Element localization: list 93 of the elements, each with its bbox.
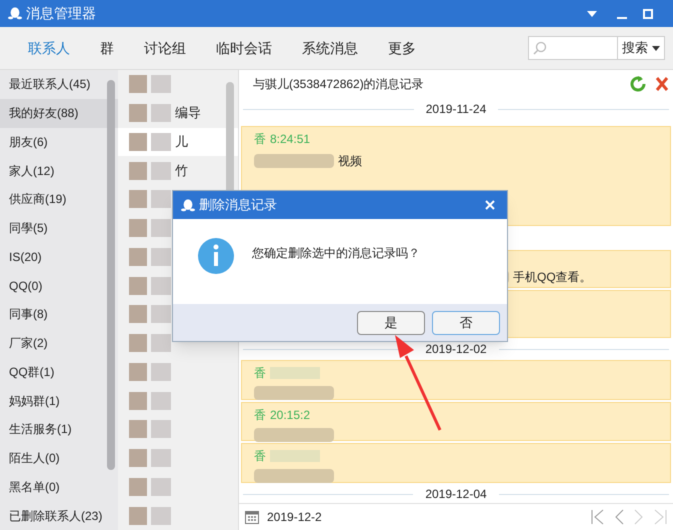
group-item[interactable]: 供应商(19) <box>0 185 118 214</box>
delete-icon[interactable] <box>655 76 669 92</box>
group-item[interactable]: 朋友(6) <box>0 128 118 156</box>
blurred-name <box>151 334 171 352</box>
group-item[interactable]: 家人(12) <box>0 156 118 185</box>
search-button[interactable]: 搜索 <box>618 36 665 60</box>
blurred-name <box>151 219 171 238</box>
nav-tab[interactable]: 群 <box>100 38 114 58</box>
avatar <box>129 276 147 295</box>
caret-icon <box>652 46 660 50</box>
dialog-title: 删除消息记录 <box>199 196 277 214</box>
blurred-text <box>270 367 320 379</box>
previous-icon[interactable] <box>613 509 625 525</box>
group-item[interactable]: 最近联系人(45) <box>0 70 118 99</box>
group-item[interactable]: 陌生人(0) <box>0 444 118 472</box>
chat-title: 与骐儿(3538472862)的消息记录 <box>253 76 424 93</box>
selected-contact-row[interactable]: 儿 <box>118 128 238 156</box>
avatar <box>129 132 147 151</box>
penguin-icon <box>181 198 195 212</box>
group-item[interactable]: IS(20) <box>0 242 118 272</box>
avatar <box>129 334 147 352</box>
contact-name: 竹 <box>175 162 188 180</box>
blurred-name <box>151 132 171 151</box>
group-item[interactable]: 同學(5) <box>0 214 118 242</box>
contact-name: 儿 <box>175 133 188 152</box>
avatar <box>129 190 147 208</box>
avatar <box>129 449 147 468</box>
first-page-icon[interactable] <box>591 509 605 525</box>
blurred-name <box>151 449 171 468</box>
nav-tab[interactable]: 更多 <box>388 38 416 58</box>
group-item[interactable]: 厂家(2) <box>0 328 118 358</box>
sender-name: 香 <box>254 448 266 465</box>
avatar <box>129 506 147 525</box>
avatar <box>129 75 147 94</box>
avatar <box>129 219 147 238</box>
refresh-icon[interactable] <box>629 75 647 93</box>
calendar-icon[interactable] <box>245 510 259 524</box>
message-text: 视频 <box>338 153 362 170</box>
date-divider: 2019-11-24 <box>426 101 486 118</box>
blurred-name <box>151 362 171 381</box>
message-time: 20:15:2 <box>270 407 310 424</box>
blurred-name <box>151 162 171 180</box>
blurred-name <box>151 305 171 324</box>
sender-name: 香 <box>254 365 266 382</box>
avatar <box>129 420 147 438</box>
group-item[interactable]: 已删除联系人(23) <box>0 501 118 530</box>
date-field[interactable]: 2019-12-2 <box>267 508 322 526</box>
blurred-name <box>151 75 171 94</box>
sender-name: 香 <box>254 407 266 424</box>
group-item[interactable]: 同事(8) <box>0 300 118 329</box>
window-title: 消息管理器 <box>26 4 96 23</box>
message-time: 8:24:51 <box>270 131 310 148</box>
penguin-icon <box>8 6 22 21</box>
nav-tab[interactable]: 系统消息 <box>302 38 358 58</box>
avatar <box>129 162 147 180</box>
blurred-name <box>151 248 171 266</box>
dialog-button[interactable]: 否 <box>432 310 500 334</box>
group-item[interactable]: 我的好友(88) <box>0 98 118 128</box>
blurred-name <box>151 478 171 496</box>
blurred-name <box>151 420 171 438</box>
avatar <box>129 305 147 324</box>
dialog-button[interactable]: 是 <box>357 310 425 334</box>
blurred-text <box>270 450 320 462</box>
date-divider: 2019-12-02 <box>425 341 487 358</box>
nav-tab[interactable]: 联系人 <box>28 38 70 58</box>
contact-name: 编导 <box>175 104 201 122</box>
info-icon <box>198 238 234 274</box>
group-item[interactable]: QQ群(1) <box>0 358 118 386</box>
blurred-name <box>151 276 171 295</box>
group-item[interactable]: 妈妈群(1) <box>0 386 118 415</box>
nav-tab[interactable]: 临时会话 <box>216 38 272 58</box>
message-text: 手机QQ查看。 <box>513 269 592 286</box>
search-field[interactable] <box>528 36 618 60</box>
date-divider: 2019-12-04 <box>425 486 487 503</box>
avatar <box>129 104 147 122</box>
group-item[interactable]: QQ(0) <box>0 271 118 300</box>
nav-tab[interactable]: 讨论组 <box>144 38 186 58</box>
blurred-name <box>151 392 171 410</box>
maximize-icon[interactable] <box>643 8 653 18</box>
dialog-message: 您确定删除选中的消息记录吗？ <box>252 244 420 262</box>
blurred-name <box>151 104 171 122</box>
close-icon[interactable] <box>485 200 495 210</box>
group-item[interactable]: 黑名单(0) <box>0 472 118 502</box>
blurred-name <box>151 506 171 525</box>
avatar <box>129 248 147 266</box>
blurred-name <box>151 190 171 208</box>
avatar <box>129 362 147 381</box>
sender-name: 香 <box>254 131 266 148</box>
group-item[interactable]: 生活服务(1) <box>0 415 118 444</box>
avatar <box>129 392 147 410</box>
search-icon <box>533 41 547 55</box>
dropdown-icon[interactable] <box>587 10 597 16</box>
avatar <box>129 478 147 496</box>
